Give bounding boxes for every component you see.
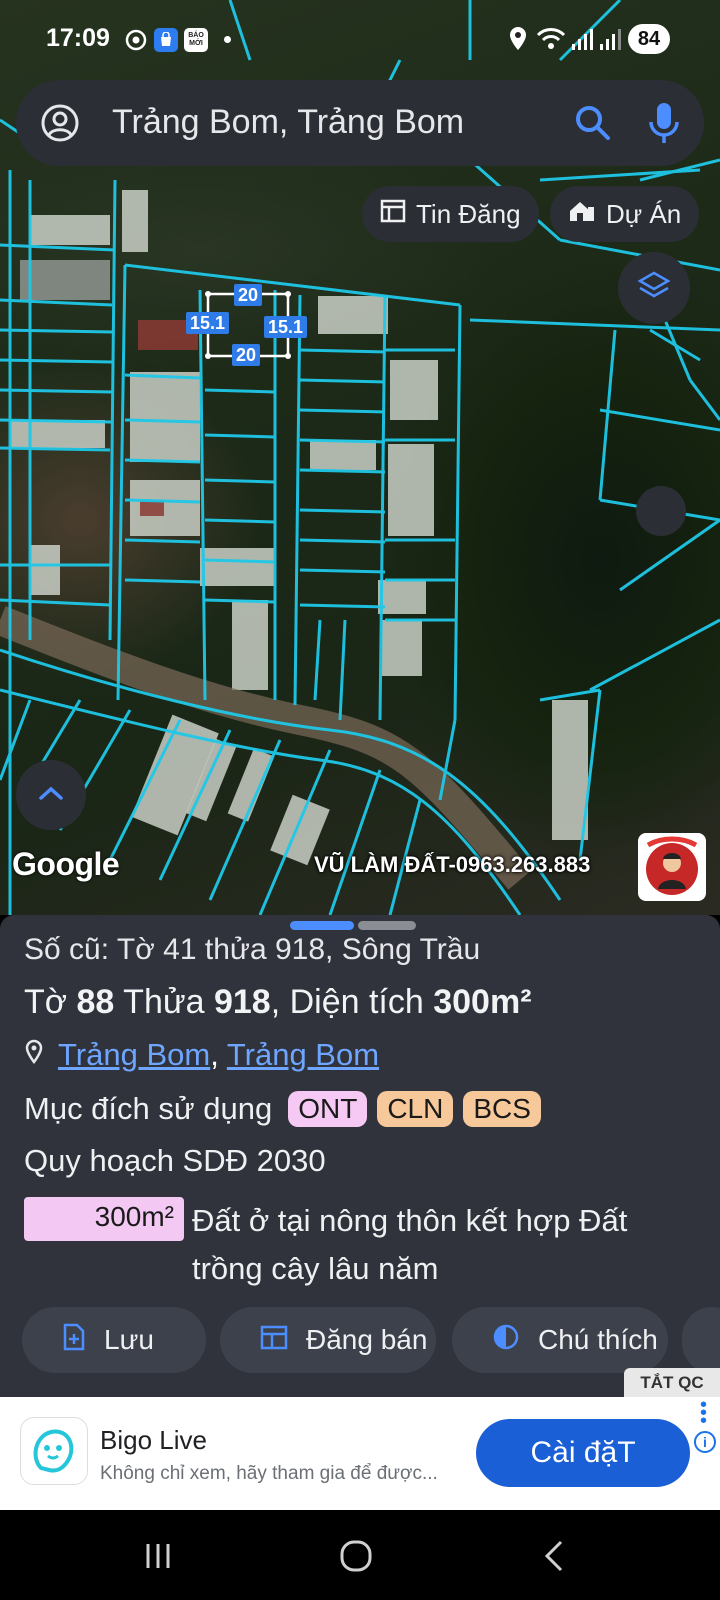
legend-button-label: Chú thích	[538, 1324, 658, 1355]
post-sale-button-label: Đăng bán	[306, 1324, 428, 1355]
floating-handle[interactable]	[636, 486, 686, 536]
chevron-up-icon	[37, 784, 65, 807]
home-icon[interactable]	[332, 1532, 380, 1580]
dimension-label-left: 15.1	[186, 312, 230, 334]
parcel-label: Thửa	[114, 983, 214, 1021]
brand-logo	[638, 833, 706, 901]
baomoi-icon: BÁO MỚI	[184, 28, 208, 52]
planning-title: Quy hoạch SDĐ 2030	[24, 1143, 326, 1178]
ad-banner[interactable]: Bigo Live Không chỉ xem, hãy tham gia để…	[0, 1395, 720, 1510]
ad-info-icon[interactable]: i	[694, 1431, 716, 1453]
notification-dot-icon	[224, 36, 231, 43]
location-link-commune[interactable]: Trảng Bom	[227, 1037, 379, 1072]
status-bar: 17:09 BÁO MỚI 84	[0, 0, 720, 80]
layers-button[interactable]	[618, 252, 690, 324]
ad-options-icon[interactable]: • • •	[700, 1395, 707, 1431]
install-button[interactable]: Cài đặT	[476, 1419, 690, 1487]
battery-indicator: 84	[628, 24, 670, 54]
parcel-summary: Tờ 88 Thửa 918, Diện tích 300m²	[24, 983, 532, 1022]
legend-button[interactable]: Chú thích	[452, 1307, 668, 1373]
sheet-page-indicator[interactable]	[358, 921, 416, 930]
pin-icon	[24, 1037, 44, 1073]
chip-listings[interactable]: Tin Đăng	[362, 186, 539, 242]
wifi-icon	[536, 26, 566, 57]
location-link-district[interactable]: Trảng Bom	[58, 1037, 210, 1072]
post-sale-icon	[260, 1324, 288, 1357]
bigo-app-icon	[20, 1417, 88, 1485]
land-use-row: Mục đích sử dụng ONT CLN BCS	[24, 1091, 541, 1127]
sheet-number: 88	[76, 983, 115, 1021]
expand-up-button[interactable]	[16, 760, 86, 830]
listing-icon	[380, 199, 406, 230]
ad-subtitle: Không chỉ xem, hãy tham gia để được...	[100, 1463, 438, 1484]
layers-icon	[637, 269, 671, 308]
chip-projects-label: Dự Án	[606, 198, 682, 229]
area-value: 300m²	[433, 983, 532, 1021]
chip-listings-label: Tin Đăng	[416, 198, 521, 229]
sheet-label: Tờ	[24, 983, 77, 1021]
watermark-text: VŨ LÀM ĐẤT-0963.263.883	[314, 852, 591, 877]
back-icon[interactable]	[530, 1532, 578, 1580]
dimension-label-top: 20	[234, 284, 263, 306]
status-time: 17:09	[46, 24, 110, 52]
dimension-label-bottom: 20	[232, 344, 261, 366]
recent-apps-icon[interactable]	[134, 1532, 182, 1580]
sheet-page-indicator-active[interactable]	[290, 921, 354, 930]
old-parcel-number: Số cũ: Tờ 41 thửa 918, Sông Trầu	[24, 933, 481, 966]
land-use-tag-bcs[interactable]: BCS	[463, 1091, 541, 1127]
ad-title[interactable]: Bigo Live	[100, 1425, 207, 1456]
land-use-tag-cln[interactable]: CLN	[377, 1091, 454, 1127]
land-use-tag-ont[interactable]: ONT	[288, 1091, 368, 1127]
search-bar[interactable]: Trảng Bom, Trảng Bom	[16, 80, 704, 166]
save-button[interactable]: Lưu	[22, 1307, 206, 1373]
map-view[interactable]: 20 15.1 15.1 20 17:09 BÁO MỚI 84 Trảng B…	[0, 0, 720, 915]
microphone-icon[interactable]	[644, 100, 684, 146]
save-button-label: Lưu	[104, 1324, 154, 1355]
post-sale-button[interactable]: Đăng bán	[220, 1307, 436, 1373]
search-input[interactable]: Trảng Bom, Trảng Bom	[112, 103, 464, 142]
area-label: , Diện tích	[270, 983, 434, 1021]
account-icon[interactable]	[40, 103, 80, 143]
location-row: Trảng Bom, Trảng Bom	[24, 1037, 379, 1073]
legend-icon	[492, 1323, 520, 1358]
location-icon	[508, 26, 528, 57]
chrome-icon	[124, 28, 148, 52]
signal-icon	[570, 26, 594, 57]
land-use-label: Mục đích sử dụng	[24, 1091, 273, 1126]
location-separator: ,	[210, 1037, 227, 1072]
project-icon	[568, 199, 596, 230]
more-actions-button[interactable]	[682, 1307, 720, 1373]
system-nav-bar	[0, 1510, 720, 1600]
planning-area-badge: 300m²	[24, 1197, 184, 1241]
parcel-info-sheet[interactable]: Số cũ: Tờ 41 thửa 918, Sông Trầu Tờ 88 T…	[0, 915, 720, 1398]
search-icon[interactable]	[572, 102, 614, 144]
save-icon	[62, 1323, 86, 1358]
shopping-icon	[154, 28, 178, 52]
planning-description: Đất ở tại nông thôn kết hợp Đất trồng câ…	[192, 1203, 628, 1286]
dimension-label-right: 15.1	[264, 316, 308, 338]
signal-icon-2	[598, 26, 622, 57]
google-logo: Google	[12, 846, 120, 882]
chip-projects[interactable]: Dự Án	[550, 186, 700, 242]
parcel-number: 918	[213, 983, 271, 1021]
